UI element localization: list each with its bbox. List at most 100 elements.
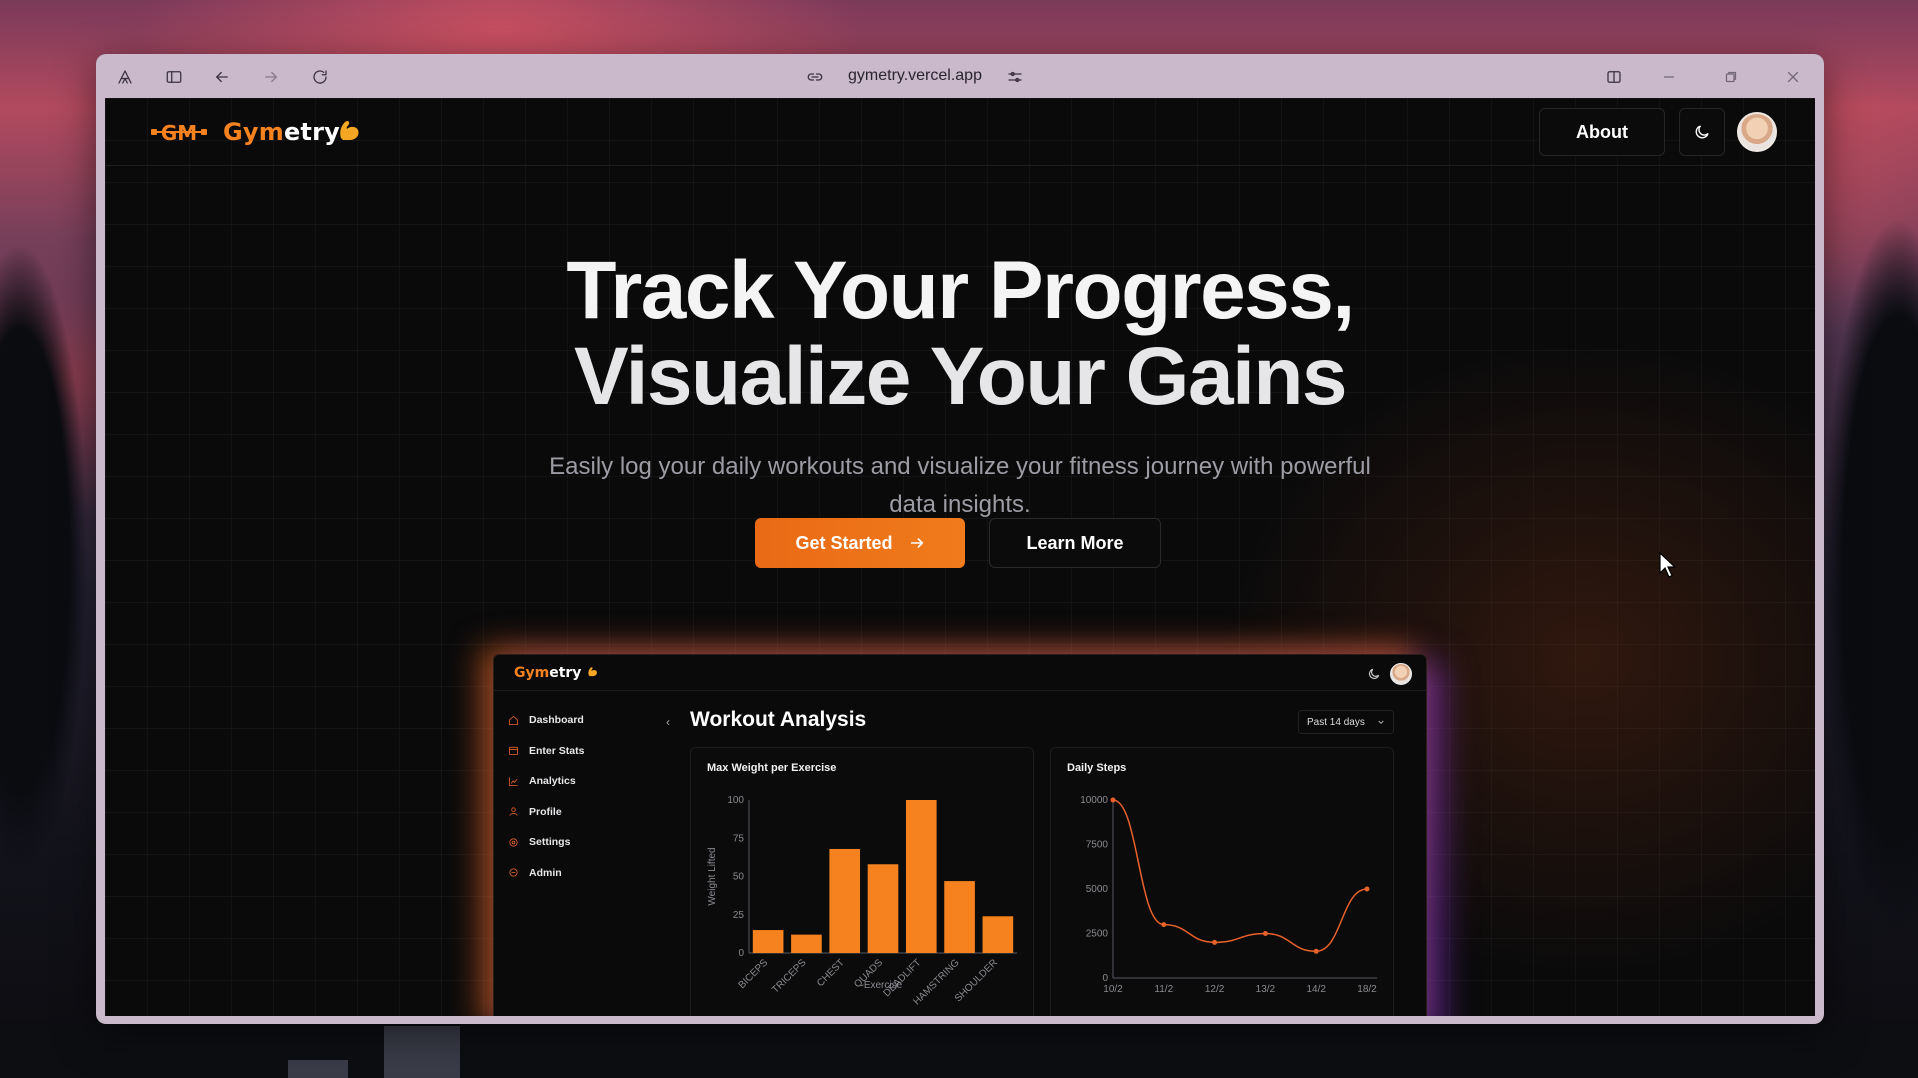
about-button[interactable]: About: [1539, 108, 1665, 156]
preview-navbar: Gymetry: [494, 655, 1426, 691]
preview-range-label: Past 14 days: [1307, 716, 1365, 728]
line-chart-y-tick-label: 2500: [1086, 929, 1109, 940]
preview-sidebar-item-admin: Admin: [508, 858, 648, 889]
back-icon[interactable]: [209, 64, 235, 90]
bar-chart-y-tick-label: 100: [727, 795, 744, 806]
bar-chart-y-tick-label: 50: [733, 872, 745, 883]
mouse-cursor-icon: [1659, 551, 1677, 578]
arrow-right-icon: [910, 538, 923, 548]
line-chart-x-tick-label: 14/2: [1306, 984, 1326, 995]
preview-sidebar-label: Profile: [529, 805, 562, 818]
split-view-icon[interactable]: [1601, 64, 1627, 90]
link-icon[interactable]: [802, 64, 828, 90]
line-chart-x-tick-label: 10/2: [1103, 984, 1123, 995]
preview-range-select: Past 14 days: [1298, 710, 1394, 734]
preview-avatar: [1390, 663, 1412, 685]
bar-chart-bar: [752, 930, 784, 953]
logo-text[interactable]: Gymetry: [223, 118, 340, 146]
preview-sidebar-label: Analytics: [529, 775, 576, 788]
bar-chart: 0255075100BICEPS TRICEPS CHEST QUADSDEADLIF…: [707, 795, 1017, 1008]
line-chart-x-tick-label: 18/2: [1357, 984, 1377, 995]
line-chart-point: [1161, 922, 1167, 928]
get-started-button[interactable]: Get Started: [755, 518, 965, 568]
minimize-icon[interactable]: [1656, 64, 1682, 90]
bar-chart-y-tick-label: 75: [733, 833, 745, 844]
url-text[interactable]: gymetry.vercel.app: [848, 67, 982, 85]
flexed-biceps-icon: [588, 667, 598, 677]
bar-chart-y-tick-label: 25: [733, 910, 745, 921]
sidebar-toggle-icon[interactable]: [161, 64, 187, 90]
line-chart: 0 2500 5000 7500 10000 10/2 11/2 12/2 13/2 14/2 18…: [1080, 795, 1377, 995]
preview-logo-brand-first: Gym: [514, 665, 550, 681]
line-chart-series-line: [1112, 799, 1368, 953]
line-chart-card: Daily Steps 0 2500 5000 7500 10000 10/2 11/2 12…: [1050, 747, 1394, 1016]
logo-text-brand-second: etry: [283, 118, 340, 146]
line-chart-y-tick-label: 0: [1102, 973, 1108, 984]
user-icon: [509, 807, 518, 817]
preview-logo-text: Gymetry: [514, 665, 599, 681]
preview-sidebar-label: Settings: [529, 836, 571, 849]
line-chart-icon: [508, 777, 518, 786]
preview-sidebar-label: Admin: [529, 866, 562, 879]
forward-icon[interactable]: [258, 64, 284, 90]
line-chart-point: [1364, 886, 1370, 892]
preview-sidebar-label: Enter Stats: [529, 744, 585, 757]
user-avatar[interactable]: [1737, 112, 1777, 152]
calendar-icon: [508, 747, 519, 756]
chevron-left-icon: ‹: [666, 715, 670, 729]
hero-subtitle: Easily log your daily workouts and visua…: [549, 453, 1371, 518]
browser-logo-icon[interactable]: [112, 64, 138, 90]
moon-icon: [1369, 668, 1380, 679]
line-chart-y-tick-label: 7500: [1086, 840, 1109, 851]
line-chart-point: [1262, 931, 1268, 936]
bar-chart-bar: [829, 848, 861, 953]
bar-chart-bar: [905, 800, 937, 953]
preview-logo-brand-second: etry: [549, 665, 582, 681]
preview-sidebar-item-settings: Settings: [508, 827, 648, 858]
bar-chart-bar: [791, 934, 822, 953]
bar-chart-y-tick-label: 0: [738, 948, 744, 959]
learn-more-button[interactable]: Learn More: [989, 518, 1161, 568]
close-icon[interactable]: [1780, 64, 1806, 90]
gear-icon: [509, 838, 518, 847]
restore-icon[interactable]: [1718, 64, 1744, 90]
reload-icon[interactable]: [307, 64, 333, 90]
bar-chart-x-tick-label: TRICEPS: [770, 957, 809, 996]
bar-chart-y-axis-label: Weight Lifted: [707, 847, 718, 905]
wallpaper-tree-left: [0, 60, 100, 1078]
line-chart-x-tick-label: 13/2: [1256, 984, 1276, 995]
line-chart-y-tick-label: 10000: [1080, 795, 1108, 806]
line-chart-point: [1313, 948, 1319, 954]
top-navbar: GM Gymetry About: [105, 98, 1815, 166]
logo-text-brand-first: Gym: [223, 118, 284, 146]
bar-chart-card: Max Weight per Exercise 0 25 50 75 100 BICEPS…: [690, 747, 1034, 1016]
wallpaper-building: [384, 1026, 460, 1078]
line-chart-point: [1110, 797, 1116, 803]
line-chart-point: [1212, 939, 1218, 945]
bar-chart-x-tick-label: CHEST: [815, 957, 847, 989]
preview-sidebar-label: Dashboard: [529, 714, 584, 727]
shield-icon: [509, 868, 518, 877]
browser-toolbar: gymetry.vercel.app: [96, 54, 1824, 98]
bar-chart-x-tick-label: BICEPS: [737, 957, 771, 991]
theme-toggle-button[interactable]: [1679, 108, 1725, 156]
wallpaper-building: [288, 1060, 348, 1078]
dashboard-preview: Gymetry Dashboard Enter Stats Analytics …: [493, 654, 1427, 1016]
line-chart-x-tick-label: 11/2: [1154, 984, 1173, 995]
line-chart-y-tick-label: 5000: [1086, 884, 1109, 895]
gymetry-logo-icon[interactable]: GM: [151, 118, 207, 146]
hero-title-line1: Track Your Progress,: [566, 245, 1355, 336]
preview-sidebar-item-enter-stats: Enter Stats: [508, 736, 648, 767]
site-settings-icon[interactable]: [1002, 64, 1028, 90]
svg-text:GM: GM: [161, 121, 197, 145]
flexed-biceps-icon: [340, 120, 359, 140]
hero-title: Track Your Progress, Visualize Your Gain…: [105, 248, 1815, 420]
line-chart-x-tick-label: 12/2: [1205, 984, 1225, 995]
bar-chart-bar: [944, 881, 975, 953]
bar-chart-x-axis-label: Exercise: [864, 980, 903, 991]
home-icon: [508, 715, 519, 725]
preview-sidebar-item-analytics: Analytics: [508, 766, 648, 797]
preview-page-title: Workout Analysis: [690, 708, 867, 731]
browser-window: gymetry.vercel.app GM Gymetry About Trac…: [96, 54, 1824, 1024]
chevron-down-icon: [1378, 720, 1384, 725]
